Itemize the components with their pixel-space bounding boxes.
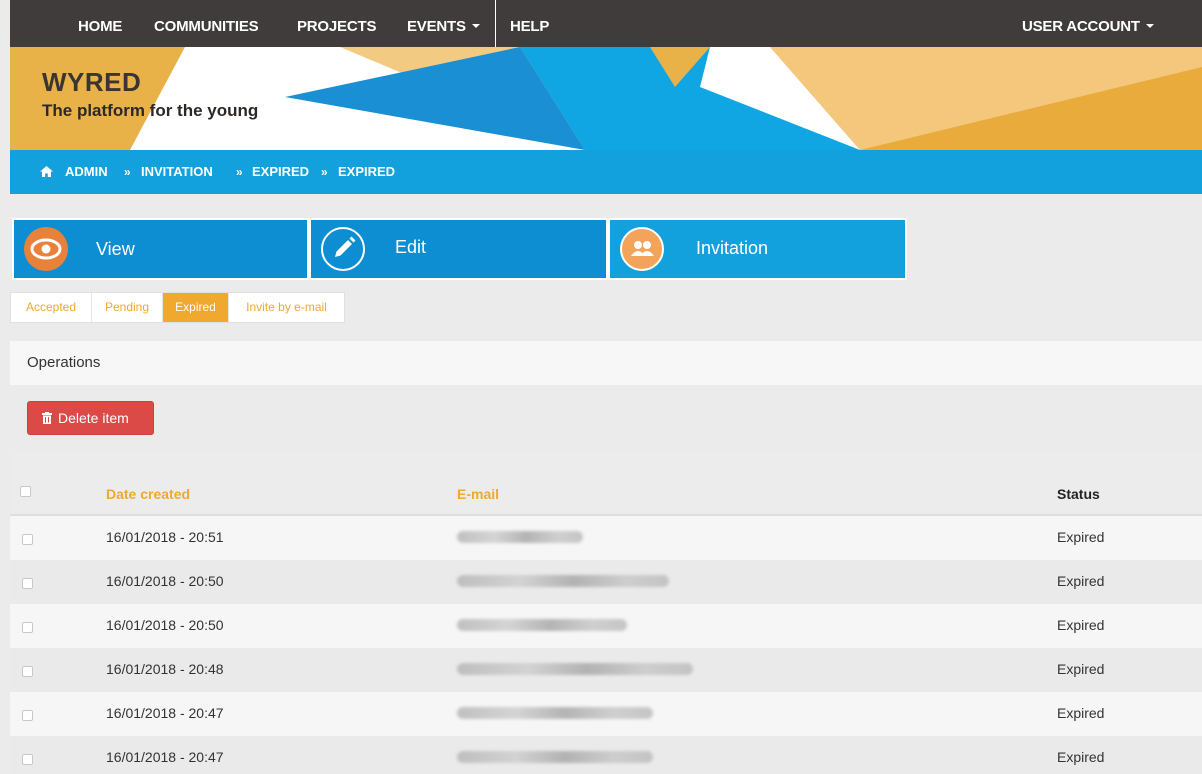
tab-expired[interactable]: Expired xyxy=(163,293,229,322)
date-cell: 16/01/2018 - 20:47 xyxy=(106,749,224,765)
status-column-header: Status xyxy=(1057,486,1100,502)
eye-icon xyxy=(24,227,68,271)
tab-accepted[interactable]: Accepted xyxy=(11,293,92,322)
nav-help-link[interactable]: HELP xyxy=(510,0,549,47)
email-cell-redacted xyxy=(457,619,627,631)
nav-events-label: EVENTS xyxy=(407,18,466,35)
delete-item-label: Delete item xyxy=(58,410,129,426)
user-account-dropdown[interactable]: USER ACCOUNT xyxy=(1022,0,1154,47)
breadcrumb-expired[interactable]: EXPIRED xyxy=(252,150,309,194)
view-tile-label: View xyxy=(96,239,135,259)
date-cell: 16/01/2018 - 20:47 xyxy=(106,705,224,721)
invitations-table: Date created E-mail Status 16/01/2018 - … xyxy=(10,453,1202,774)
email-cell-redacted xyxy=(457,575,669,587)
select-all-checkbox[interactable] xyxy=(20,486,31,497)
pencil-icon xyxy=(321,227,365,271)
date-cell: 16/01/2018 - 20:50 xyxy=(106,573,224,589)
site-title: WYRED xyxy=(42,67,142,97)
email-cell-redacted xyxy=(457,531,583,543)
site-subtitle: The platform for the young xyxy=(42,101,259,120)
nav-events-dropdown[interactable]: EVENTS xyxy=(407,0,480,47)
tab-pending[interactable]: Pending xyxy=(92,293,163,322)
caret-down-icon xyxy=(471,24,480,28)
row-checkbox[interactable] xyxy=(22,754,33,765)
email-cell-redacted xyxy=(457,707,653,719)
row-checkbox[interactable] xyxy=(22,622,33,633)
delete-item-button[interactable]: Delete item xyxy=(27,401,154,435)
breadcrumb: ADMIN » INVITATION » EXPIRED » EXPIRED xyxy=(10,150,1202,194)
home-icon[interactable] xyxy=(40,166,53,177)
status-cell: Expired xyxy=(1057,573,1105,589)
nav-projects-link[interactable]: PROJECTS xyxy=(297,0,376,47)
top-navigation: HOME COMMUNITIES PROJECTS EVENTS HELP US… xyxy=(10,0,1202,47)
invitation-tile-label: Invitation xyxy=(696,238,769,258)
edit-tile[interactable]: Edit xyxy=(309,218,608,280)
view-tile[interactable]: View xyxy=(12,218,309,280)
chevron-right-icon: » xyxy=(321,165,328,179)
table-row: 16/01/2018 - 20:51 Expired xyxy=(10,516,1202,560)
banner-graphic xyxy=(10,47,1202,150)
row-checkbox[interactable] xyxy=(22,578,33,589)
user-account-label: USER ACCOUNT xyxy=(1022,18,1140,35)
breadcrumb-admin[interactable]: ADMIN xyxy=(65,150,108,194)
nav-home-link[interactable]: HOME xyxy=(78,0,122,47)
breadcrumb-expired-current: EXPIRED xyxy=(338,164,396,179)
table-row: 16/01/2018 - 20:50 Expired xyxy=(10,560,1202,604)
operations-title: Operations xyxy=(27,354,101,371)
breadcrumb-invitation[interactable]: INVITATION xyxy=(141,150,213,194)
date-cell: 16/01/2018 - 20:48 xyxy=(106,661,224,677)
table-row: 16/01/2018 - 20:47 Expired xyxy=(10,736,1202,774)
email-column-header[interactable]: E-mail xyxy=(457,486,499,502)
edit-tile-label: Edit xyxy=(395,237,427,257)
status-cell: Expired xyxy=(1057,661,1105,677)
status-cell: Expired xyxy=(1057,617,1105,633)
table-row: 16/01/2018 - 20:50 Expired xyxy=(10,604,1202,648)
chevron-right-icon: » xyxy=(236,165,243,179)
status-cell: Expired xyxy=(1057,705,1105,721)
invitation-tile[interactable]: Invitation xyxy=(608,218,907,280)
row-checkbox[interactable] xyxy=(22,666,33,677)
invitation-subtabs: Accepted Pending Expired Invite by e-mai… xyxy=(10,292,345,323)
table-row: 16/01/2018 - 20:48 Expired xyxy=(10,648,1202,692)
status-cell: Expired xyxy=(1057,529,1105,545)
nav-divider xyxy=(495,0,496,47)
chevron-right-icon: » xyxy=(124,165,131,179)
status-cell: Expired xyxy=(1057,749,1105,765)
table-row: 16/01/2018 - 20:47 Expired xyxy=(10,692,1202,736)
header-banner: WYRED The platform for the young xyxy=(10,47,1202,150)
tab-invite-by-email[interactable]: Invite by e-mail xyxy=(229,293,344,322)
operations-panel: Operations xyxy=(10,341,1202,385)
row-checkbox[interactable] xyxy=(22,710,33,721)
row-checkbox[interactable] xyxy=(22,534,33,545)
trash-icon xyxy=(42,412,52,424)
email-cell-redacted xyxy=(457,663,693,675)
nav-communities-link[interactable]: COMMUNITIES xyxy=(154,0,259,47)
date-created-column-header[interactable]: Date created xyxy=(106,486,190,502)
email-cell-redacted xyxy=(457,751,653,763)
date-cell: 16/01/2018 - 20:50 xyxy=(106,617,224,633)
date-cell: 16/01/2018 - 20:51 xyxy=(106,529,224,545)
caret-down-icon xyxy=(1145,24,1154,28)
people-icon xyxy=(620,227,664,271)
table-header: Date created E-mail Status xyxy=(10,453,1202,516)
